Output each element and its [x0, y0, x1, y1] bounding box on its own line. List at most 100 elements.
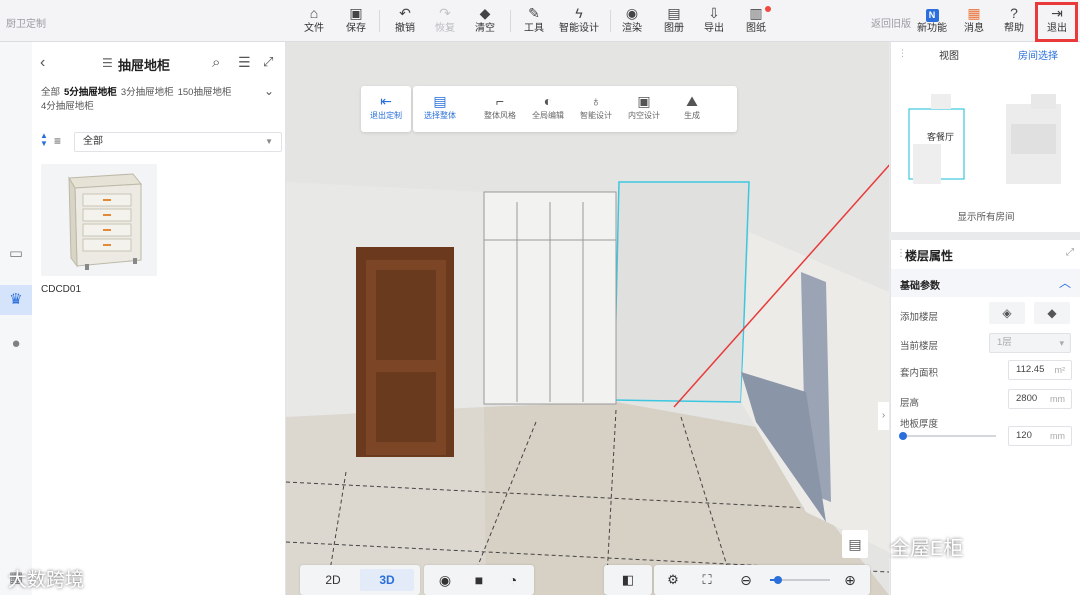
smart-design-button[interactable]: ♁ 智能设计 [573, 92, 619, 121]
message-button[interactable]: ▦ 消息 [962, 4, 986, 40]
filter-select[interactable]: 全部 ▼ [74, 132, 282, 152]
undo-button[interactable]: ↶ 撤销 [393, 4, 417, 40]
category-tab[interactable]: 全部 [41, 87, 60, 98]
category-tab[interactable]: 150抽屉地柜 [178, 87, 232, 98]
clipboard-icon[interactable]: ▤ [842, 530, 868, 558]
slider-handle[interactable] [899, 432, 907, 440]
left-icon-sidebar: ▭ ♛ ● ▦ [0, 42, 32, 595]
exit-custom-toolbar: ⇤ 退出定制 [361, 86, 411, 132]
tools-menu[interactable]: ✎ 工具 [522, 4, 546, 40]
height-label: 层高 [900, 398, 920, 409]
zoom-out-icon[interactable]: ⊖ [734, 569, 758, 591]
toolbar-divider [610, 10, 611, 32]
cube-icon[interactable]: ■ [464, 569, 494, 591]
redo-button[interactable]: ↷ 恢复 [433, 4, 457, 40]
sort-row: ▲ ▼ ≡ 全部 ▼ [38, 132, 282, 152]
current-floor-select[interactable]: 1层 ▾ [989, 333, 1071, 353]
tab-view[interactable]: 视图 [939, 47, 959, 62]
zoom-slider[interactable] [770, 576, 830, 584]
zoom-in-icon[interactable]: ⊕ [838, 569, 862, 591]
search-icon[interactable]: ⌕ [212, 54, 220, 71]
crown-icon[interactable]: ♛ [0, 285, 32, 315]
expand-icon[interactable]: ⤢ [263, 54, 273, 70]
file-icon: ⌂ [309, 5, 319, 21]
zoom-slider-handle[interactable] [774, 576, 782, 584]
add-floor-above-button[interactable]: ◈ [989, 302, 1025, 324]
3d-viewport[interactable]: ⇤ 退出定制 ▤ 选择整体 ⌐ 整体风格 ◐ 全局编辑 ♁ 智能设计 ▣ 内空设… [286, 42, 889, 595]
category-tabs: 全部 5分抽屉地柜 3分抽屉地柜 150抽屉地柜 4分抽屉地柜 [41, 86, 261, 114]
notification-dot [765, 6, 771, 12]
drawer-cabinet-thumbnail [68, 173, 142, 270]
basic-params-section[interactable]: 基础参数 ︿ [891, 269, 1080, 297]
toggle-bar: ◧ [604, 565, 652, 595]
drawings-menu[interactable]: ▥ 图纸 [744, 4, 771, 40]
back-to-old-version-link[interactable]: 返回旧版 [871, 15, 911, 30]
wrench-icon: ✎ [528, 5, 540, 21]
expand-icon[interactable]: ⤢ [1066, 247, 1074, 258]
save-button[interactable]: ▣ 保存 [344, 4, 368, 40]
camera-settings-icon[interactable]: ⚙ [658, 569, 688, 591]
new-feature-icon: N [917, 4, 947, 22]
global-edit-button[interactable]: ◐ 全局编辑 [525, 92, 571, 121]
slab-thickness-label: 地板厚度 [900, 419, 939, 430]
toolbar-divider [510, 10, 511, 32]
smart-design-menu[interactable]: ϟ 智能设计 [557, 4, 601, 40]
inner-design-button[interactable]: ▣ 内空设计 [621, 92, 667, 121]
render-button[interactable]: ◉ 渲染 [620, 4, 644, 40]
exit-custom-button[interactable]: ⇤ 退出定制 [363, 92, 409, 121]
layers-up-icon: ◈ [1002, 306, 1012, 320]
category-tab[interactable]: 3分抽屉地柜 [121, 87, 174, 98]
product-card[interactable] [41, 164, 157, 276]
show-all-rooms-button[interactable]: 显示所有房间 [891, 209, 1080, 223]
add-floor-below-button[interactable]: ◆ [1034, 302, 1070, 324]
gift-icon: ▦ [967, 5, 981, 21]
height-input[interactable]: 2800 mm [1008, 389, 1072, 409]
sort-list-icon[interactable]: ≡ [54, 134, 61, 148]
chevron-down-icon[interactable]: ⌄ [264, 84, 274, 98]
brand-label: 厨卫定制 [6, 19, 46, 30]
user-icon[interactable]: ● [4, 332, 28, 356]
add-floor-label: 添加楼层 [900, 312, 939, 323]
catalog-panel: ‹ ☰ 抽屉地柜 ⌕ ☰ ⤢ 全部 5分抽屉地柜 3分抽屉地柜 150抽屉地柜 4分抽屉… [32, 42, 286, 595]
view-3d-button[interactable]: 3D [360, 569, 414, 591]
view-mode-bar: 2D 3D [300, 565, 420, 595]
sofa-icon[interactable]: ▭ [4, 242, 28, 266]
room-selector-panel: ⋮ 视图 房间选择 客餐厅 显示所有房间 [890, 42, 1080, 232]
export-menu[interactable]: ⇩ 导出 [702, 4, 726, 40]
clear-button[interactable]: ◆ 清空 [473, 4, 497, 40]
new-feature-button[interactable]: N 新功能 [917, 4, 947, 40]
watermark-text-left: 大数跨境 [8, 570, 85, 591]
drag-handle-icon[interactable]: ⋮ [898, 48, 907, 59]
zoom-bar: ⚙ ⛶ ⊖ ⊕ [654, 565, 870, 595]
select-whole-button[interactable]: ▤ 选择整体 [417, 92, 463, 121]
collapse-right-icon[interactable]: › [878, 402, 889, 430]
area-input[interactable]: 112.45 m² [1008, 360, 1072, 380]
file-menu[interactable]: ⌂ 文件 [303, 4, 325, 40]
export-icon: ⇩ [708, 5, 720, 21]
filter-icon[interactable]: ☰ [238, 54, 251, 71]
generate-button[interactable]: ⛰ 生成 [669, 92, 715, 121]
list-icon: ☰ [102, 56, 113, 70]
view-2d-button[interactable]: 2D [306, 569, 360, 591]
whole-style-button[interactable]: ⌐ 整体风格 [477, 92, 523, 121]
slab-thickness-input[interactable]: 120 mm [1008, 426, 1072, 446]
room-label[interactable]: 客餐厅 [927, 130, 954, 143]
back-chevron-icon[interactable]: ‹ [40, 54, 45, 72]
sort-arrows-icon[interactable]: ▲ ▼ [40, 132, 48, 148]
compass-icon[interactable]: ◔ [498, 569, 528, 591]
category-tab[interactable]: 4分抽屉地柜 [41, 101, 94, 112]
toggle-icon[interactable]: ◧ [612, 569, 644, 591]
help-button[interactable]: ? 帮助 [1002, 4, 1026, 40]
product-name: CDCD01 [41, 284, 82, 295]
current-floor-label: 当前楼层 [900, 341, 939, 352]
category-tab[interactable]: 5分抽屉地柜 [64, 87, 117, 98]
select-whole-icon: ▤ [433, 93, 447, 109]
fit-view-icon[interactable]: ⛶ [692, 569, 722, 591]
undo-icon: ↶ [399, 5, 411, 21]
eye-icon[interactable]: ◉ [430, 569, 460, 591]
slab-thickness-slider[interactable] [899, 432, 996, 440]
exit-highlight-box [1035, 2, 1078, 42]
top-toolbar: 厨卫定制 ⌂ 文件 ▣ 保存 ↶ 撤销 ↷ 恢复 ◆ 清空 ✎ 工具 ϟ 智能设… [0, 0, 1080, 42]
tab-room-select[interactable]: 房间选择 [1018, 47, 1058, 62]
album-button[interactable]: ▤ 图册 [662, 4, 686, 40]
